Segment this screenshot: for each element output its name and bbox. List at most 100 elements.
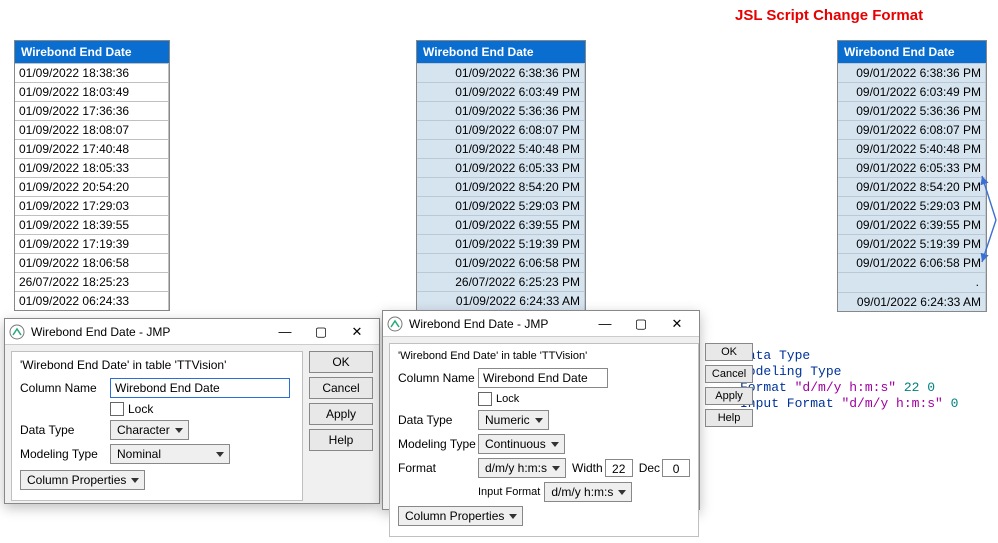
label-format: Format <box>398 461 478 475</box>
table-row[interactable]: 01/09/2022 18:08:07 <box>15 120 169 139</box>
table-row[interactable]: 01/09/2022 5:29:03 PM <box>417 196 585 215</box>
code-number: 0 <box>951 396 959 411</box>
code-string: "d/m/y h:m:s" <box>795 380 896 395</box>
table-row[interactable]: 09/01/2022 8:54:20 PM <box>838 177 986 196</box>
table-row[interactable]: 09/01/2022 5:36:36 PM <box>838 101 986 120</box>
table-3: Wirebond End Date 09/01/2022 6:38:36 PM0… <box>837 40 987 312</box>
table-row[interactable]: 09/01/2022 6:08:07 PM <box>838 120 986 139</box>
titlebar[interactable]: Wirebond End Date - JMP — ▢ ✕ <box>5 319 379 345</box>
label-column-name: Column Name <box>20 381 110 395</box>
col-header[interactable]: Wirebond End Date <box>15 41 169 63</box>
label-input-format: Input Format <box>478 486 540 498</box>
label-column-name: Column Name <box>398 371 478 385</box>
table-row[interactable]: 01/09/2022 6:06:58 PM <box>417 253 585 272</box>
ok-button[interactable]: OK <box>309 351 373 373</box>
apply-button[interactable]: Apply <box>309 403 373 425</box>
lock-checkbox[interactable] <box>110 402 124 416</box>
width-input[interactable]: 22 <box>605 459 633 477</box>
table-2: Wirebond End Date 01/09/2022 6:38:36 PM0… <box>416 40 586 311</box>
code-number: 22 <box>904 380 920 395</box>
label-modeling-type: Modeling Type <box>20 447 110 461</box>
table-row[interactable]: 26/07/2022 6:25:23 PM <box>417 272 585 291</box>
cancel-button[interactable]: Cancel <box>705 365 753 383</box>
help-button[interactable]: Help <box>309 429 373 451</box>
maximize-button[interactable]: ▢ <box>623 311 659 337</box>
table-row[interactable]: 01/09/2022 5:40:48 PM <box>417 139 585 158</box>
close-button[interactable]: ✕ <box>339 319 375 345</box>
column-properties-menu[interactable]: Column Properties <box>398 506 523 526</box>
column-info-dialog-2: Wirebond End Date - JMP — ▢ ✕ 'Wirebond … <box>382 310 700 510</box>
jmp-app-icon <box>9 324 25 340</box>
table-row[interactable]: 01/09/2022 6:38:36 PM <box>417 63 585 82</box>
table-row[interactable]: 01/09/2022 17:19:39 <box>15 234 169 253</box>
table-row[interactable]: 01/09/2022 6:03:49 PM <box>417 82 585 101</box>
lock-checkbox[interactable] <box>478 392 492 406</box>
table-row[interactable]: 01/09/2022 17:36:36 <box>15 101 169 120</box>
cancel-button[interactable]: Cancel <box>309 377 373 399</box>
code-text: Input Format <box>740 396 834 411</box>
code-block: Data Type Modeling Type Format "d/m/y h:… <box>740 348 958 412</box>
column-info-dialog-1: Wirebond End Date - JMP — ▢ ✕ 'Wirebond … <box>4 318 380 504</box>
modeling-type-select[interactable]: Nominal <box>110 444 230 464</box>
table-row[interactable]: 01/09/2022 18:39:55 <box>15 215 169 234</box>
table-row[interactable]: 01/09/2022 5:36:36 PM <box>417 101 585 120</box>
table-row[interactable]: 01/09/2022 6:08:07 PM <box>417 120 585 139</box>
col-header[interactable]: Wirebond End Date <box>838 41 986 63</box>
column-name-input[interactable] <box>478 368 608 388</box>
col-header[interactable]: Wirebond End Date <box>417 41 585 63</box>
minimize-button[interactable]: — <box>267 319 303 345</box>
table-row[interactable]: 01/09/2022 18:06:58 <box>15 253 169 272</box>
dialog-subtitle: 'Wirebond End Date' in table 'TTVision' <box>20 358 294 372</box>
dialog-button-stack: OK Cancel Apply Help <box>309 351 373 501</box>
help-button[interactable]: Help <box>705 409 753 427</box>
dec-input[interactable]: 0 <box>662 459 690 477</box>
modeling-type-select[interactable]: Continuous <box>478 434 565 454</box>
table-row[interactable]: 01/09/2022 06:24:33 <box>15 291 169 310</box>
window-title: Wirebond End Date - JMP <box>403 317 587 331</box>
table-row[interactable]: 26/07/2022 18:25:23 <box>15 272 169 291</box>
minimize-button[interactable]: — <box>587 311 623 337</box>
label-width: Width <box>572 461 603 475</box>
code-number: 0 <box>927 380 935 395</box>
table-row[interactable]: 09/01/2022 5:29:03 PM <box>838 196 986 215</box>
close-button[interactable]: ✕ <box>659 311 695 337</box>
window-title: Wirebond End Date - JMP <box>25 325 267 339</box>
titlebar[interactable]: Wirebond End Date - JMP — ▢ ✕ <box>383 311 699 337</box>
table-row[interactable]: 01/09/2022 18:05:33 <box>15 158 169 177</box>
ok-button[interactable]: OK <box>705 343 753 361</box>
format-select[interactable]: d/m/y h:m:s <box>478 458 566 478</box>
table-row[interactable]: 01/09/2022 17:29:03 <box>15 196 169 215</box>
jmp-app-icon <box>387 316 403 332</box>
label-dec: Dec <box>639 461 660 475</box>
table-row[interactable]: 01/09/2022 20:54:20 <box>15 177 169 196</box>
label-modeling-type: Modeling Type <box>398 437 478 451</box>
code-text: Modeling Type <box>740 364 841 379</box>
table-row[interactable]: 01/09/2022 6:24:33 AM <box>417 291 585 310</box>
data-type-select[interactable]: Numeric <box>478 410 549 430</box>
table-row[interactable]: 01/09/2022 18:03:49 <box>15 82 169 101</box>
table-1: Wirebond End Date 01/09/2022 18:38:3601/… <box>14 40 170 311</box>
table-row[interactable]: 01/09/2022 5:19:39 PM <box>417 234 585 253</box>
apply-button[interactable]: Apply <box>705 387 753 405</box>
column-name-input[interactable] <box>110 378 290 398</box>
table-row[interactable]: . <box>838 272 986 292</box>
table-row[interactable]: 09/01/2022 6:39:55 PM <box>838 215 986 234</box>
data-type-select[interactable]: Character <box>110 420 189 440</box>
table-row[interactable]: 09/01/2022 6:24:33 AM <box>838 292 986 311</box>
table-row[interactable]: 09/01/2022 6:05:33 PM <box>838 158 986 177</box>
jsl-script-title: JSL Script Change Format <box>735 7 923 24</box>
column-properties-menu[interactable]: Column Properties <box>20 470 145 490</box>
table-row[interactable]: 01/09/2022 6:05:33 PM <box>417 158 585 177</box>
dialog-button-stack: OK Cancel Apply Help <box>705 343 753 537</box>
maximize-button[interactable]: ▢ <box>303 319 339 345</box>
table-row[interactable]: 01/09/2022 6:39:55 PM <box>417 215 585 234</box>
table-row[interactable]: 01/09/2022 18:38:36 <box>15 63 169 82</box>
input-format-select[interactable]: d/m/y h:m:s <box>544 482 632 502</box>
table-row[interactable]: 01/09/2022 8:54:20 PM <box>417 177 585 196</box>
table-row[interactable]: 09/01/2022 5:40:48 PM <box>838 139 986 158</box>
table-row[interactable]: 09/01/2022 6:06:58 PM <box>838 253 986 272</box>
table-row[interactable]: 09/01/2022 5:19:39 PM <box>838 234 986 253</box>
table-row[interactable]: 09/01/2022 6:03:49 PM <box>838 82 986 101</box>
table-row[interactable]: 09/01/2022 6:38:36 PM <box>838 63 986 82</box>
table-row[interactable]: 01/09/2022 17:40:48 <box>15 139 169 158</box>
